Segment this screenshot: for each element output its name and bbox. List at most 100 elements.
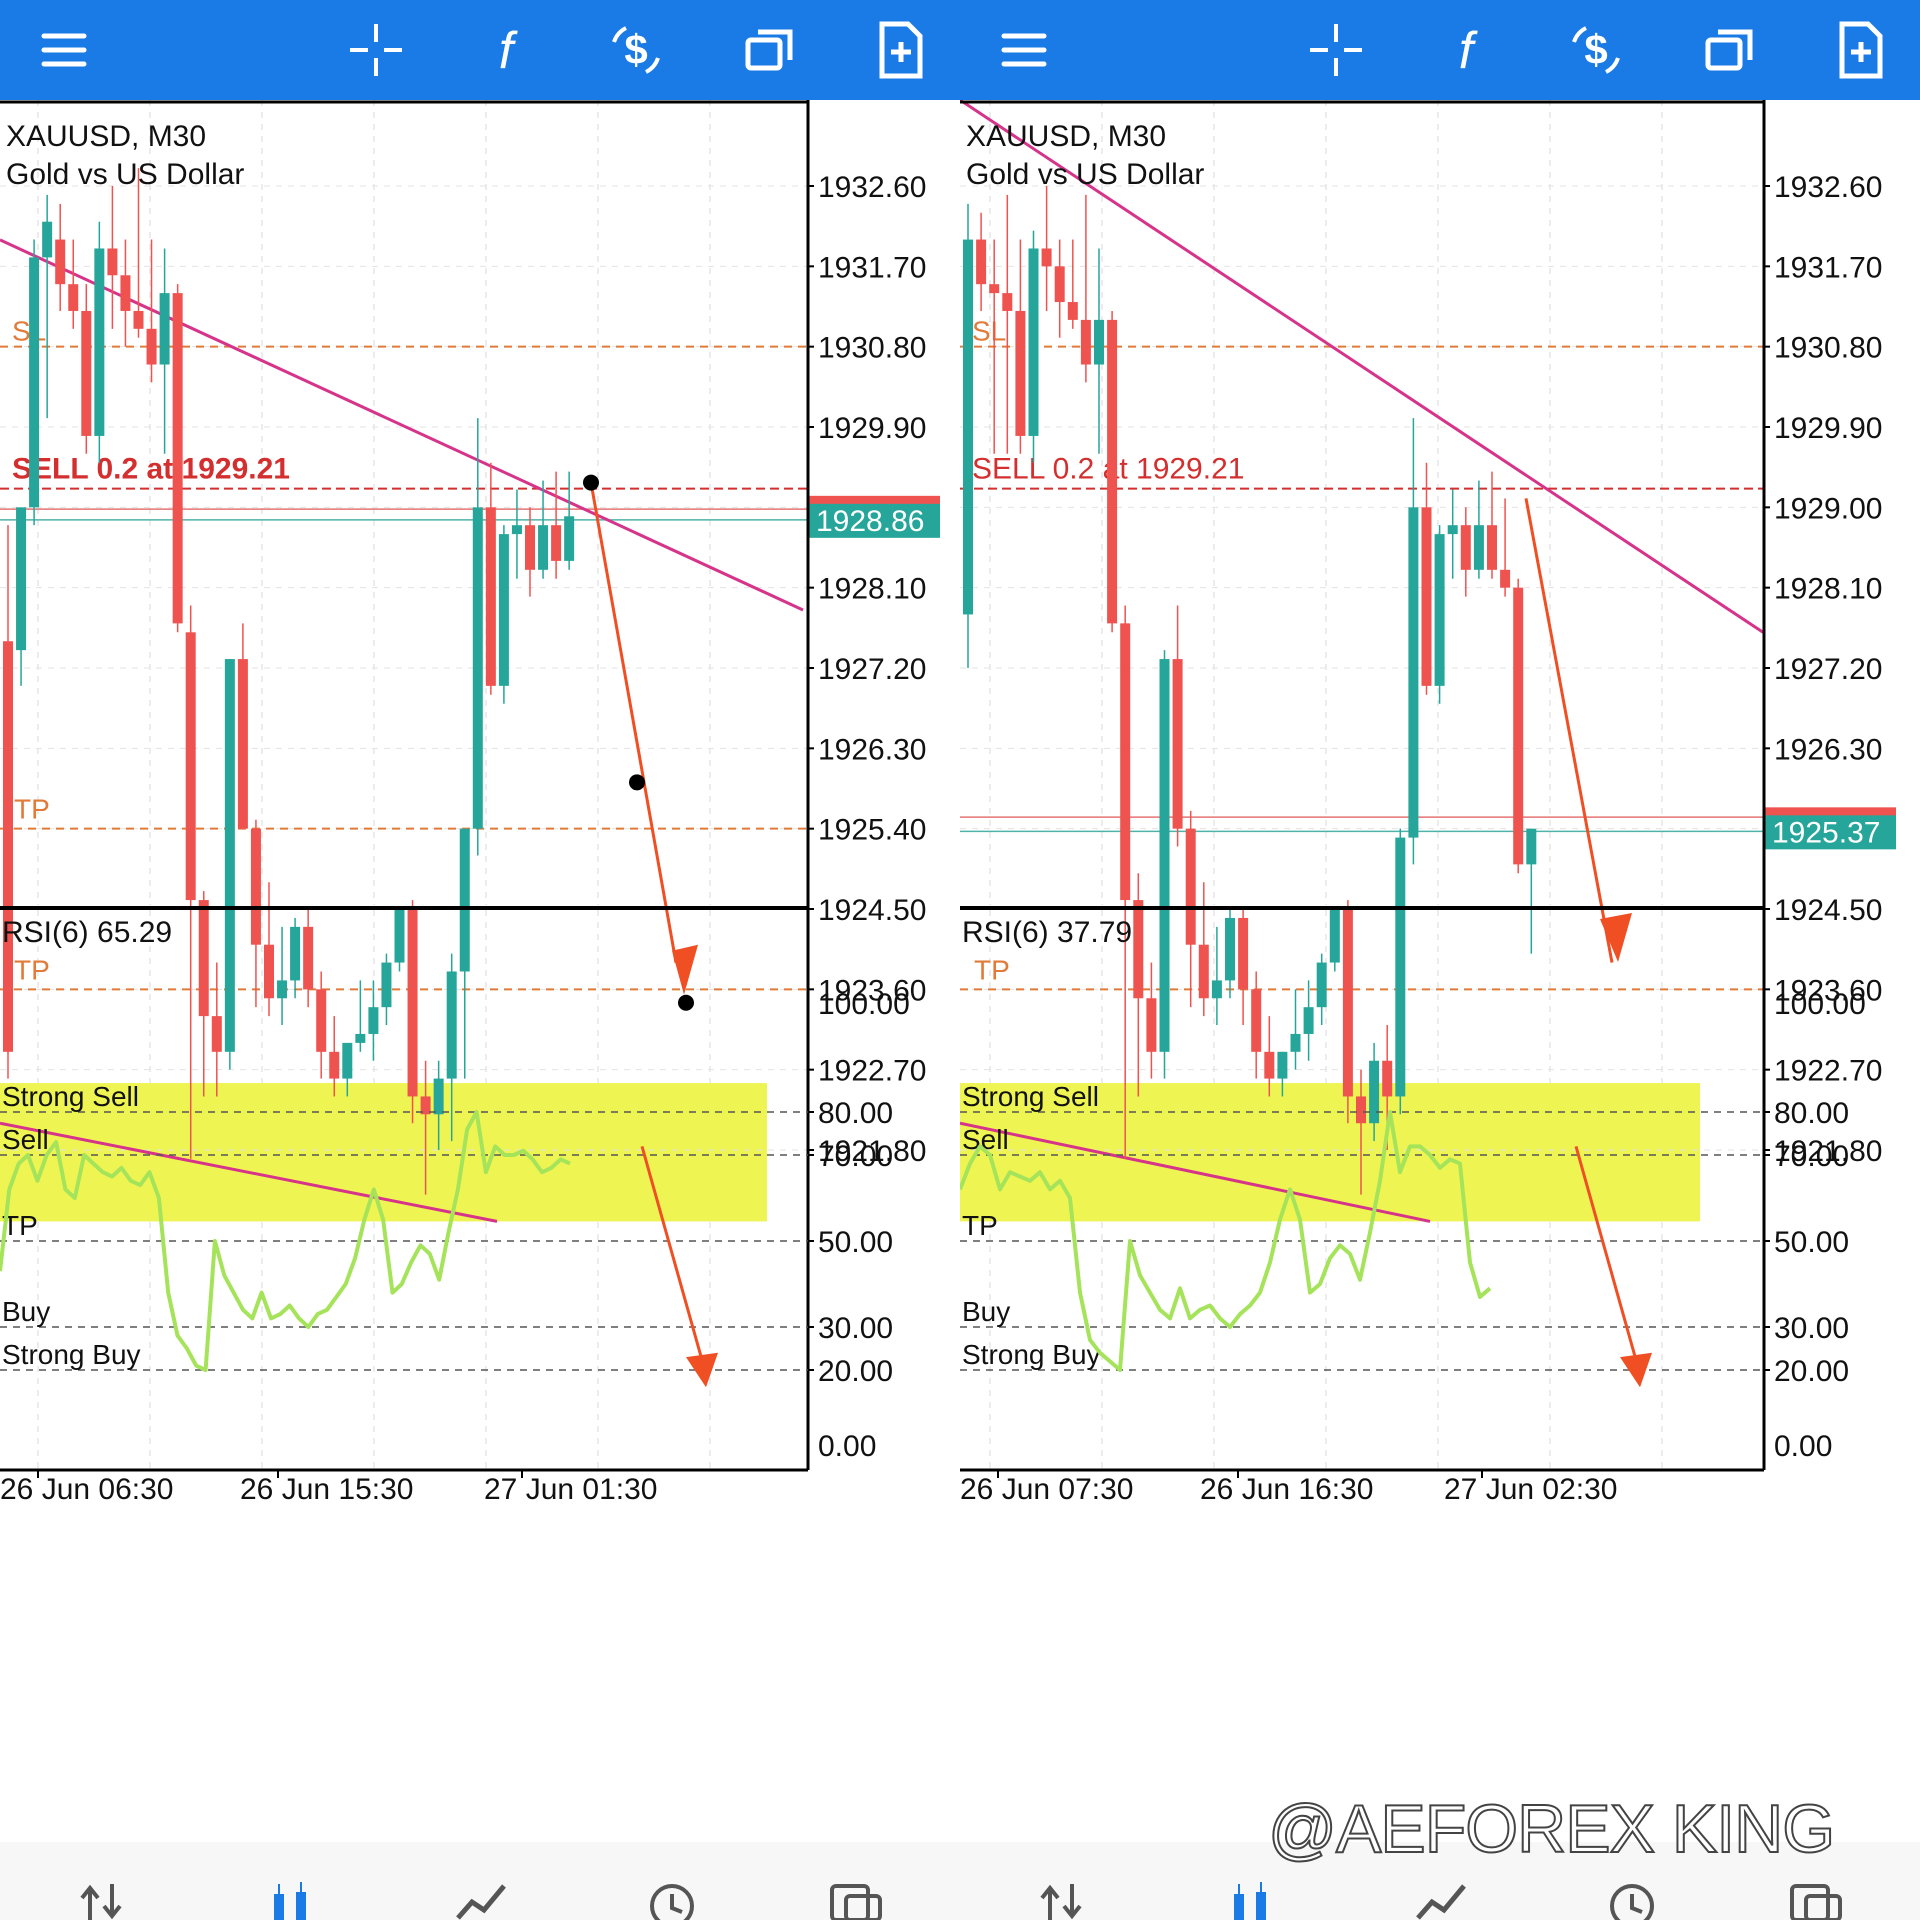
trade-icon[interactable]: $ <box>604 18 668 82</box>
trade-icon[interactable] <box>1412 1880 1472 1920</box>
price-axis-label: 1931.70 <box>818 251 926 284</box>
new-order-icon[interactable] <box>1828 18 1892 82</box>
rsi-axis-label: 50.00 <box>1774 1226 1849 1259</box>
candle-body <box>1500 569 1511 588</box>
candle-body <box>485 507 496 686</box>
candle-body <box>381 962 392 1008</box>
indicators-icon[interactable]: f <box>1434 18 1498 82</box>
ask-price-tag <box>1764 807 1896 816</box>
price-axis-label: 1924.50 <box>1774 894 1882 927</box>
price-axis-label: 1929.00 <box>1774 492 1882 525</box>
forecast-arrow-line <box>589 482 678 963</box>
candle-body <box>68 284 79 311</box>
forecast-arrowhead <box>1600 913 1632 962</box>
candle-body <box>511 525 522 535</box>
candle-body <box>342 1042 353 1079</box>
candle-body <box>1421 507 1432 686</box>
rsi-axis-label: 0.00 <box>818 1430 876 1463</box>
candle-body <box>1316 962 1327 1008</box>
trade-icon[interactable]: $ <box>1564 18 1628 82</box>
price-axis-label: 1931.70 <box>1774 251 1882 284</box>
candle-body <box>1015 310 1026 436</box>
chart-area[interactable]: 1932.60 1931.70 1930.80 1929.90 1928.10 1927.… <box>0 100 960 1842</box>
crosshair-icon[interactable] <box>1304 18 1368 82</box>
candle-body <box>1238 917 1249 990</box>
top-toolbar: f $ <box>0 0 960 100</box>
candle-body <box>29 257 40 508</box>
candle-body <box>250 828 261 945</box>
history-icon[interactable] <box>640 1880 700 1920</box>
candle-body <box>172 293 183 624</box>
chart-area[interactable]: 1932.60 1931.70 1930.80 1929.90 1929.00 1928.… <box>960 100 1920 1842</box>
candle-body <box>564 516 575 561</box>
quotes-icon[interactable] <box>72 1880 132 1920</box>
rsi-zone-label: TP <box>962 1210 998 1241</box>
candle-body <box>1526 828 1537 865</box>
rsi-zone-label: Strong Buy <box>2 1339 141 1370</box>
take-profit-label: TP <box>14 794 50 825</box>
chart-icon[interactable] <box>262 1880 322 1920</box>
menu-icon[interactable] <box>992 18 1056 82</box>
candle-body <box>303 926 314 990</box>
price-axis-label: 1928.10 <box>818 573 926 606</box>
candle-body <box>159 293 170 365</box>
candle-body <box>525 525 535 570</box>
candle-body <box>1303 1007 1314 1034</box>
candle-body <box>133 310 144 329</box>
rsi-axis-label: 80.00 <box>1774 1097 1849 1130</box>
history-icon[interactable] <box>1600 1880 1660 1920</box>
sell-order-label: SELL 0.2 at 1929.21 <box>12 453 290 486</box>
candle-body <box>407 909 418 1097</box>
rsi-zone-label: Buy <box>962 1296 1010 1327</box>
candle-body <box>446 971 457 1079</box>
windows-icon[interactable] <box>738 18 802 82</box>
price-axis-label: 1929.90 <box>818 412 926 445</box>
rsi-axis-label: 20.00 <box>818 1355 893 1388</box>
new-order-icon[interactable] <box>868 18 932 82</box>
rsi-axis-label: 80.00 <box>818 1097 893 1130</box>
crosshair-icon[interactable] <box>344 18 408 82</box>
forecast-arrowhead <box>672 944 698 995</box>
rsi-label: RSI(6) 37.79 <box>962 916 1132 949</box>
forecast-arrow-line <box>1524 498 1614 963</box>
candle-body <box>1146 998 1157 1052</box>
candle-body <box>989 284 1000 294</box>
candle-body <box>1447 525 1458 535</box>
rsi-axis-label: 100.00 <box>818 988 910 1021</box>
quotes-icon[interactable] <box>1032 1880 1092 1920</box>
rsi-zone-label: Sell <box>2 1124 49 1155</box>
time-axis-label: 27 Jun 01:30 <box>484 1473 657 1506</box>
candle-body <box>433 1078 444 1115</box>
candle-body <box>1356 1096 1366 1124</box>
indicators-icon[interactable]: f <box>474 18 538 82</box>
symbol-label: XAUUSD, M30 <box>6 120 206 153</box>
candle-body <box>1159 659 1170 1052</box>
rsi-axis-label: 0.00 <box>1774 1430 1832 1463</box>
messages-icon[interactable] <box>826 1880 886 1920</box>
trade-icon[interactable] <box>452 1880 512 1920</box>
candle-body <box>1487 525 1497 570</box>
chart-window-left: f $ 1932.60 1931.70 1930.80 1929.90 1928.10 1… <box>0 0 960 1920</box>
price-axis-label: 1926.30 <box>818 733 926 766</box>
candle-body <box>1460 525 1471 570</box>
candle-body <box>472 507 483 829</box>
candle-body <box>459 828 470 972</box>
candle-body <box>1028 248 1039 436</box>
candle-body <box>55 239 66 285</box>
candle-body <box>551 525 562 561</box>
rsi-axis-label: 100.00 <box>1774 988 1866 1021</box>
menu-icon[interactable] <box>32 18 96 82</box>
chart-icon[interactable] <box>1222 1880 1282 1920</box>
candle-body <box>1513 587 1524 865</box>
candle-body <box>1172 659 1183 829</box>
candle-body <box>1225 917 1235 981</box>
price-axis-label: 1932.60 <box>818 171 926 204</box>
svg-text:$: $ <box>624 26 647 73</box>
messages-icon[interactable] <box>1786 1880 1846 1920</box>
top-toolbar: f $ <box>960 0 1920 100</box>
windows-icon[interactable] <box>1698 18 1762 82</box>
candle-body <box>1473 525 1484 570</box>
symbol-description: Gold vs US Dollar <box>6 158 244 191</box>
candle-body <box>329 1051 340 1079</box>
candle-body <box>94 248 105 436</box>
